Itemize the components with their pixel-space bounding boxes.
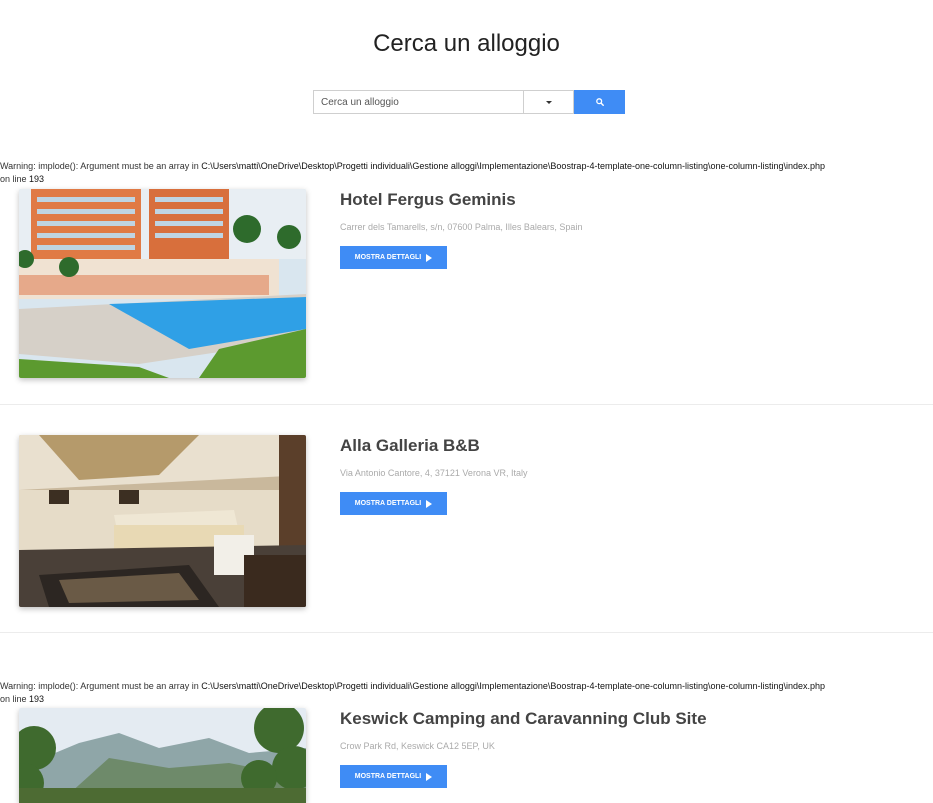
listing-address: Crow Park Rd, Keswick CA12 5EP, UK — [340, 741, 495, 751]
play-icon — [426, 499, 433, 508]
listing-photo-hotel[interactable] — [19, 189, 306, 378]
listing-divider — [0, 632, 933, 633]
search-bar — [313, 90, 625, 114]
listing-address: Via Antonio Cantore, 4, 37121 Verona VR,… — [340, 468, 528, 478]
listing-photo-camping[interactable] — [19, 708, 306, 803]
show-details-button[interactable]: MOSTRA DETTAGLI — [340, 492, 447, 515]
listing-address: Carrer dels Tamarells, s/n, 07600 Palma,… — [340, 222, 583, 232]
show-details-button[interactable]: MOSTRA DETTAGLI — [340, 765, 447, 788]
caret-down-icon — [545, 100, 552, 104]
play-icon — [426, 772, 433, 781]
php-warning: Warning: implode(): Argument must be an … — [0, 681, 826, 704]
listing-divider — [0, 404, 933, 405]
listing-photo-bnb[interactable] — [19, 435, 306, 607]
search-icon — [595, 98, 604, 106]
php-warning: Warning: implode(): Argument must be an … — [0, 161, 826, 184]
page-title: Cerca un alloggio — [373, 30, 560, 57]
listing-title[interactable]: Alla Galleria B&B — [340, 436, 480, 456]
search-input[interactable] — [313, 90, 523, 114]
play-icon — [426, 253, 433, 262]
listing-title[interactable]: Keswick Camping and Caravanning Club Sit… — [340, 709, 707, 729]
listing-title[interactable]: Hotel Fergus Geminis — [340, 190, 516, 210]
search-filter-dropdown[interactable] — [523, 90, 574, 114]
show-details-button[interactable]: MOSTRA DETTAGLI — [340, 246, 447, 269]
search-button[interactable] — [574, 90, 625, 114]
